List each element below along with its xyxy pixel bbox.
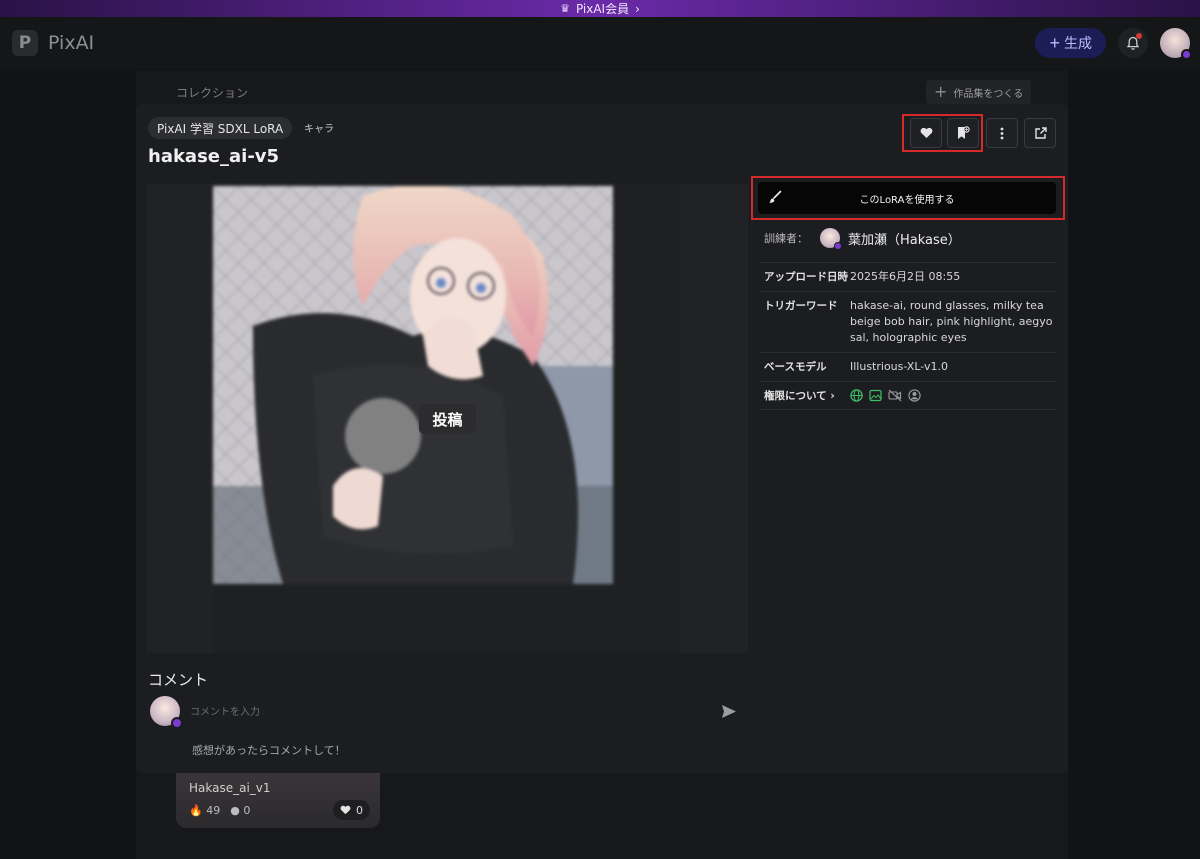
collection-label: コレクション (176, 86, 249, 100)
card-fire-stat: 🔥 49 (189, 804, 220, 817)
model-title: hakase_ai-v5 (148, 146, 280, 167)
premium-badge-icon (1181, 49, 1192, 60)
comments-heading: コメント (148, 671, 209, 689)
generate-button[interactable]: + 生成 (1035, 28, 1106, 58)
card-comment-count: 0 (243, 804, 251, 817)
card-like-count: 0 (356, 803, 363, 817)
collection-card[interactable]: Hakase_ai_v1 🔥 49 ● 0 0 (176, 773, 380, 828)
highlight-box-use-lora (751, 176, 1065, 220)
more-options-button[interactable] (986, 118, 1018, 148)
chevron-right-icon: › (635, 1, 640, 16)
info-row-trigger: トリガーワード hakase-ai, round glasses, milky … (760, 291, 1056, 352)
globe-icon (850, 389, 863, 402)
info-row-base-model: ベースモデル Illustrious-XL-v1.0 (760, 352, 1056, 381)
plus-icon: + (1049, 32, 1060, 53)
trainer-name[interactable]: 葉加瀬（Hakase） (848, 229, 961, 248)
create-collection-button[interactable]: + 作品集をつくる (926, 80, 1032, 104)
post-badge[interactable]: 投稿 (419, 404, 476, 434)
no-video-icon (888, 389, 902, 402)
image-icon (869, 389, 882, 402)
notification-button[interactable] (1118, 28, 1148, 58)
crown-icon: ♛ (560, 2, 570, 15)
card-title: Hakase_ai_v1 (189, 781, 271, 795)
comment-hint: 感想があったらコメントして！ (192, 744, 346, 757)
premium-banner-label: PixAI会員 (575, 2, 630, 16)
premium-badge-icon (834, 242, 842, 250)
fire-icon: 🔥 (189, 804, 203, 817)
model-info-table: アップロード日時 2025年6月2日 08:55 トリガーワード hakase-… (760, 262, 1056, 410)
info-row-permissions: 権限について › (760, 381, 1056, 410)
send-button[interactable] (718, 700, 740, 722)
trainer-avatar[interactable] (820, 228, 842, 250)
commenter-avatar (150, 696, 183, 729)
logo-mark: P (12, 30, 38, 56)
app-header: P PixAI + 生成 (0, 17, 1200, 69)
notification-dot (1136, 33, 1142, 39)
create-collection-label: 作品集をつくる (953, 88, 1024, 100)
permissions-link[interactable]: 権限について › (764, 388, 850, 403)
external-link-icon (1034, 126, 1047, 139)
more-vertical-icon (1000, 127, 1004, 139)
logo[interactable]: P PixAI (12, 30, 94, 56)
upload-date-value: 2025年6月2日 08:55 (850, 270, 961, 283)
comment-icon: ● (230, 804, 240, 817)
card-fire-count: 49 (206, 804, 221, 817)
base-model-label: ベースモデル (764, 361, 827, 373)
highlight-box-like-bookmark (902, 114, 983, 152)
generate-label: 生成 (1064, 35, 1092, 51)
upload-date-label: アップロード日時 (764, 271, 848, 283)
base-model-value: Illustrious-XL-v1.0 (850, 360, 948, 373)
user-circle-icon (908, 389, 921, 402)
trainer-label: 訓練者： (764, 232, 808, 245)
trainer-row: 訓練者： 葉加瀬（Hakase） (764, 228, 961, 250)
card-like-button[interactable]: 0 (333, 800, 370, 820)
open-external-button[interactable] (1024, 118, 1056, 148)
logo-text: PixAI (48, 32, 95, 54)
model-type-tag[interactable]: PixAI 学習 SDXL LoRA (148, 117, 293, 139)
preview-image[interactable] (213, 186, 613, 584)
user-avatar[interactable] (1160, 28, 1192, 60)
premium-badge-icon (171, 717, 183, 729)
category-tag[interactable]: キャラ (304, 120, 334, 135)
heart-icon (340, 805, 351, 815)
plus-icon: + (934, 82, 948, 101)
trigger-words-value: hakase-ai, round glasses, milky tea beig… (850, 299, 1053, 344)
card-comment-stat: ● 0 (230, 804, 250, 817)
comment-input[interactable] (190, 703, 710, 721)
info-row-upload: アップロード日時 2025年6月2日 08:55 (760, 262, 1056, 291)
trigger-words-label: トリガーワード (764, 300, 838, 312)
premium-banner[interactable]: ♛ PixAI会員 › (0, 0, 1200, 17)
send-icon (722, 704, 736, 718)
